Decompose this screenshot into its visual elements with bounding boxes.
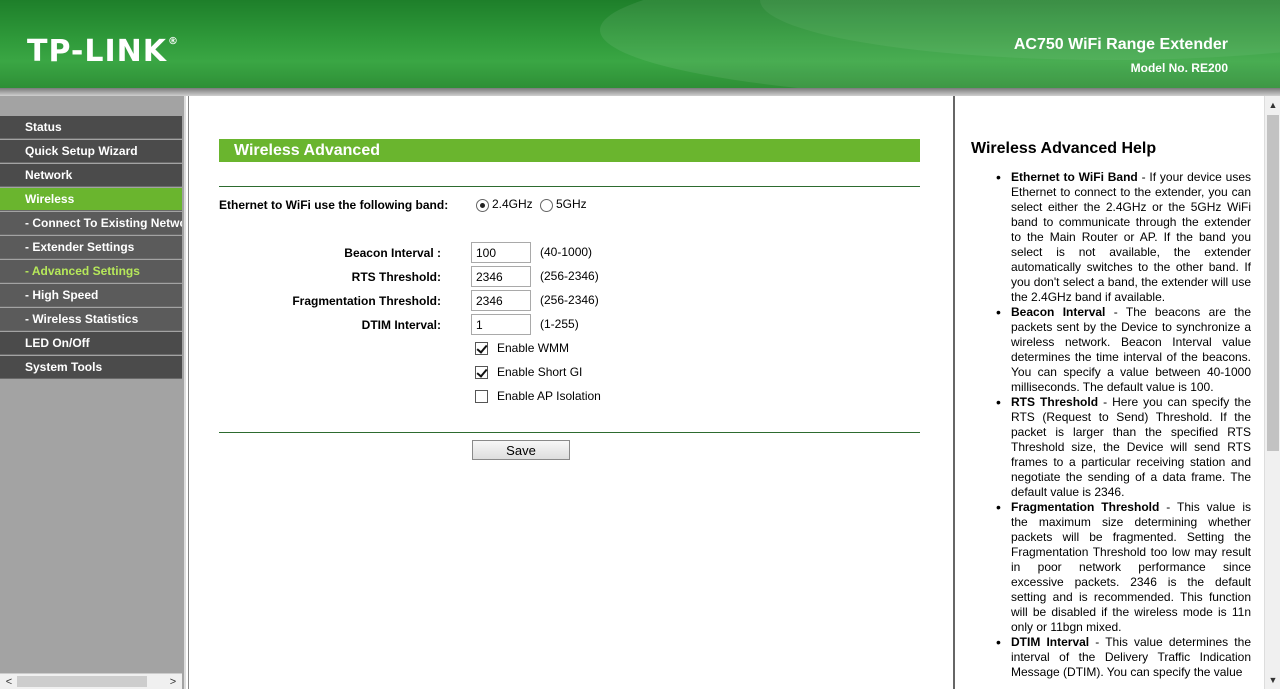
beacon-interval-label: Beacon Interval : xyxy=(344,246,441,260)
dtim-interval-label: DTIM Interval: xyxy=(361,318,441,332)
sidebar-item-extender-settings[interactable]: - Extender Settings xyxy=(0,236,182,259)
fragmentation-threshold-input[interactable] xyxy=(471,290,531,311)
header-divider xyxy=(0,88,1280,96)
scroll-up-icon[interactable]: ▲ xyxy=(1266,98,1280,112)
band-option-label: 5GHz xyxy=(556,197,587,211)
sidebar-item-network[interactable]: Network xyxy=(0,164,182,187)
sidebar: Status Quick Setup Wizard Network Wirele… xyxy=(0,96,186,689)
enable-ap-isolation-label: Enable AP Isolation xyxy=(497,389,601,403)
enable-short-gi-checkbox[interactable] xyxy=(475,366,488,379)
scroll-left-icon[interactable]: < xyxy=(2,675,16,689)
sidebar-item-wireless[interactable]: Wireless xyxy=(0,188,182,211)
help-term: Fragmentation Threshold xyxy=(1011,500,1160,514)
sidebar-item-status[interactable]: Status xyxy=(0,116,182,139)
model-number: Model No. RE200 xyxy=(1130,61,1228,75)
help-text: - If your device uses Ethernet to connec… xyxy=(1011,170,1251,304)
sidebar-item-led-on-off[interactable]: LED On/Off xyxy=(0,332,182,355)
header-banner: TP-LINK® AC750 WiFi Range Extender Model… xyxy=(0,0,1280,88)
sidebar-item-connect-to-existing-network[interactable]: - Connect To Existing Network xyxy=(0,212,182,235)
band-radio-5ghz[interactable] xyxy=(540,199,553,212)
help-title: Wireless Advanced Help xyxy=(971,140,1157,157)
product-name: AC750 WiFi Range Extender xyxy=(1013,36,1228,53)
divider xyxy=(219,432,920,433)
band-radio-2-4ghz[interactable] xyxy=(476,199,489,212)
enable-ap-isolation-checkbox[interactable] xyxy=(475,390,488,403)
help-term: RTS Threshold xyxy=(1011,395,1099,409)
brand-logo: TP-LINK® xyxy=(27,34,180,69)
enable-short-gi-label: Enable Short GI xyxy=(497,365,583,379)
dtim-interval-input[interactable] xyxy=(471,314,531,335)
scroll-right-icon[interactable]: > xyxy=(166,675,180,689)
help-item: Ethernet to WiFi Band - If your device u… xyxy=(981,170,1251,305)
rts-threshold-label: RTS Threshold: xyxy=(351,270,441,284)
page-title: Wireless Advanced xyxy=(219,139,920,162)
band-label: Ethernet to WiFi use the following band: xyxy=(219,198,449,212)
scroll-down-icon[interactable]: ▼ xyxy=(1266,673,1280,687)
sidebar-menu: Status Quick Setup Wizard Network Wirele… xyxy=(0,116,182,380)
save-button[interactable]: Save xyxy=(472,440,570,460)
fragmentation-threshold-label: Fragmentation Threshold: xyxy=(292,294,441,308)
help-vertical-scrollbar[interactable]: ▲ ▼ xyxy=(1264,96,1280,689)
scrollbar-thumb[interactable] xyxy=(17,676,147,687)
sidebar-item-high-speed[interactable]: - High Speed xyxy=(0,284,182,307)
enable-wmm-label: Enable WMM xyxy=(497,341,570,355)
help-term: Ethernet to WiFi Band xyxy=(1011,170,1138,184)
sidebar-item-quick-setup-wizard[interactable]: Quick Setup Wizard xyxy=(0,140,182,163)
help-item: Beacon Interval - The beacons are the pa… xyxy=(981,305,1251,395)
beacon-interval-range: (40-1000) xyxy=(540,245,593,259)
sidebar-horizontal-scrollbar[interactable]: < > xyxy=(0,673,182,689)
help-list: Ethernet to WiFi Band - If your device u… xyxy=(981,170,1251,680)
rts-threshold-input[interactable] xyxy=(471,266,531,287)
help-text: - Here you can specify the RTS (Request … xyxy=(1011,395,1251,499)
sidebar-item-system-tools[interactable]: System Tools xyxy=(0,356,182,379)
help-term: Beacon Interval xyxy=(1011,305,1106,319)
fragmentation-threshold-range: (256-2346) xyxy=(540,293,599,307)
sidebar-item-wireless-statistics[interactable]: - Wireless Statistics xyxy=(0,308,182,331)
scrollbar-thumb[interactable] xyxy=(1267,115,1279,451)
help-term: DTIM Interval xyxy=(1011,635,1090,649)
help-panel: Wireless Advanced Help Ethernet to WiFi … xyxy=(953,96,1264,689)
band-option-label: 2.4GHz xyxy=(492,197,533,211)
help-item: Fragmentation Threshold - This value is … xyxy=(981,500,1251,635)
main-panel: Wireless Advanced Ethernet to WiFi use t… xyxy=(188,96,952,689)
beacon-interval-input[interactable] xyxy=(471,242,531,263)
enable-wmm-checkbox[interactable] xyxy=(475,342,488,355)
sidebar-item-advanced-settings[interactable]: - Advanced Settings xyxy=(0,260,182,283)
rts-threshold-range: (256-2346) xyxy=(540,269,599,283)
divider xyxy=(219,186,920,187)
help-item: RTS Threshold - Here you can specify the… xyxy=(981,395,1251,500)
help-item: DTIM Interval - This value determines th… xyxy=(981,635,1251,680)
help-text: - This value is the maximum size determi… xyxy=(1011,500,1251,634)
dtim-interval-range: (1-255) xyxy=(540,317,579,331)
